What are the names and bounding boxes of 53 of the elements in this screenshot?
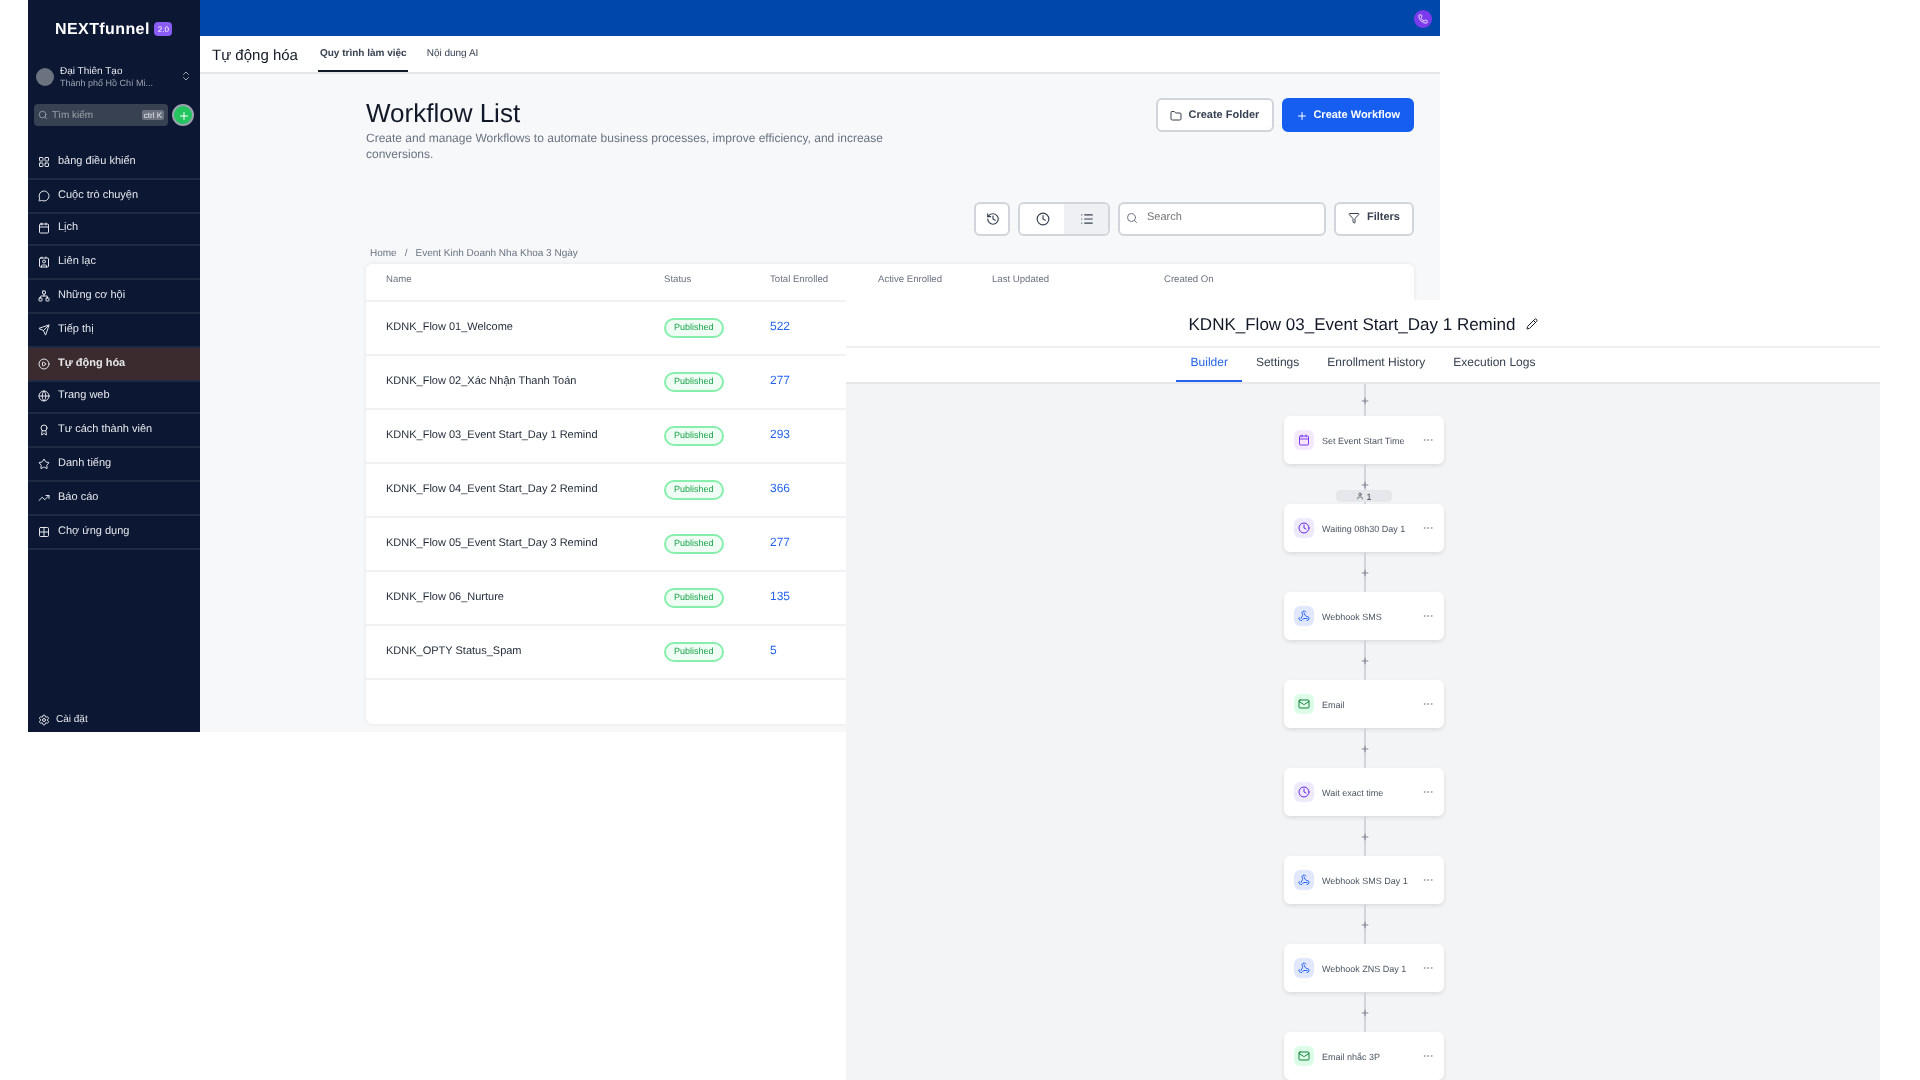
clock-icon — [1035, 211, 1050, 226]
nav-icon — [38, 222, 50, 235]
nav-icon — [38, 189, 50, 202]
connector-line — [1363, 904, 1365, 944]
nav-icon — [38, 357, 50, 370]
connector-line — [1363, 728, 1365, 768]
history-button[interactable] — [974, 201, 1011, 236]
history-icon — [985, 211, 1000, 226]
settings-icon — [38, 714, 50, 726]
nav-icon — [38, 424, 50, 437]
clock-icon — [1294, 782, 1314, 802]
folder-icon — [1170, 109, 1183, 121]
add-step-icon[interactable] — [1359, 395, 1369, 405]
nav-icon — [38, 290, 50, 303]
plus-icon — [1295, 109, 1308, 121]
search-icon — [1126, 211, 1139, 224]
webhook-icon — [1294, 958, 1314, 978]
logo: NEXTfunnel — [55, 19, 150, 37]
webhook-icon — [1294, 606, 1314, 626]
connector-line — [1363, 552, 1365, 592]
webhook-icon — [1294, 870, 1314, 890]
add-step-icon[interactable] — [1359, 567, 1369, 577]
add-step-icon[interactable] — [1359, 655, 1369, 665]
connector-line — [1363, 384, 1365, 416]
avatar — [36, 67, 54, 85]
nav-icon — [38, 256, 50, 269]
page-title: Workflow List — [366, 98, 523, 128]
connector-line — [1363, 816, 1365, 856]
add-step-icon[interactable] — [1359, 831, 1369, 841]
phone-button[interactable] — [1414, 9, 1432, 27]
nav-icon — [38, 323, 50, 336]
connector-line — [1363, 640, 1365, 680]
nav-icon — [38, 390, 50, 403]
list-icon — [1079, 211, 1094, 226]
search-icon — [38, 110, 48, 120]
nav-icon — [38, 525, 50, 538]
add-step-icon[interactable] — [1359, 479, 1369, 489]
add-step-icon[interactable] — [1359, 1007, 1369, 1017]
edit-icon[interactable] — [1525, 317, 1538, 330]
nav-icon — [38, 155, 50, 168]
add-button[interactable] — [172, 104, 194, 126]
connector-line — [1363, 992, 1365, 1032]
calendar-icon — [1294, 430, 1314, 450]
add-step-icon[interactable] — [1359, 919, 1369, 929]
add-step-icon[interactable] — [1359, 743, 1369, 753]
mail-icon — [1294, 1046, 1314, 1066]
mail-icon — [1294, 694, 1314, 714]
filter-icon — [1348, 212, 1361, 225]
workflow-title: KDNK_Flow 03_Event Start_Day 1 Remind — [1188, 313, 1516, 334]
nav-icon — [38, 491, 50, 504]
clock-icon — [1294, 518, 1314, 538]
nav-icon — [38, 458, 50, 471]
plus-icon — [177, 109, 189, 121]
